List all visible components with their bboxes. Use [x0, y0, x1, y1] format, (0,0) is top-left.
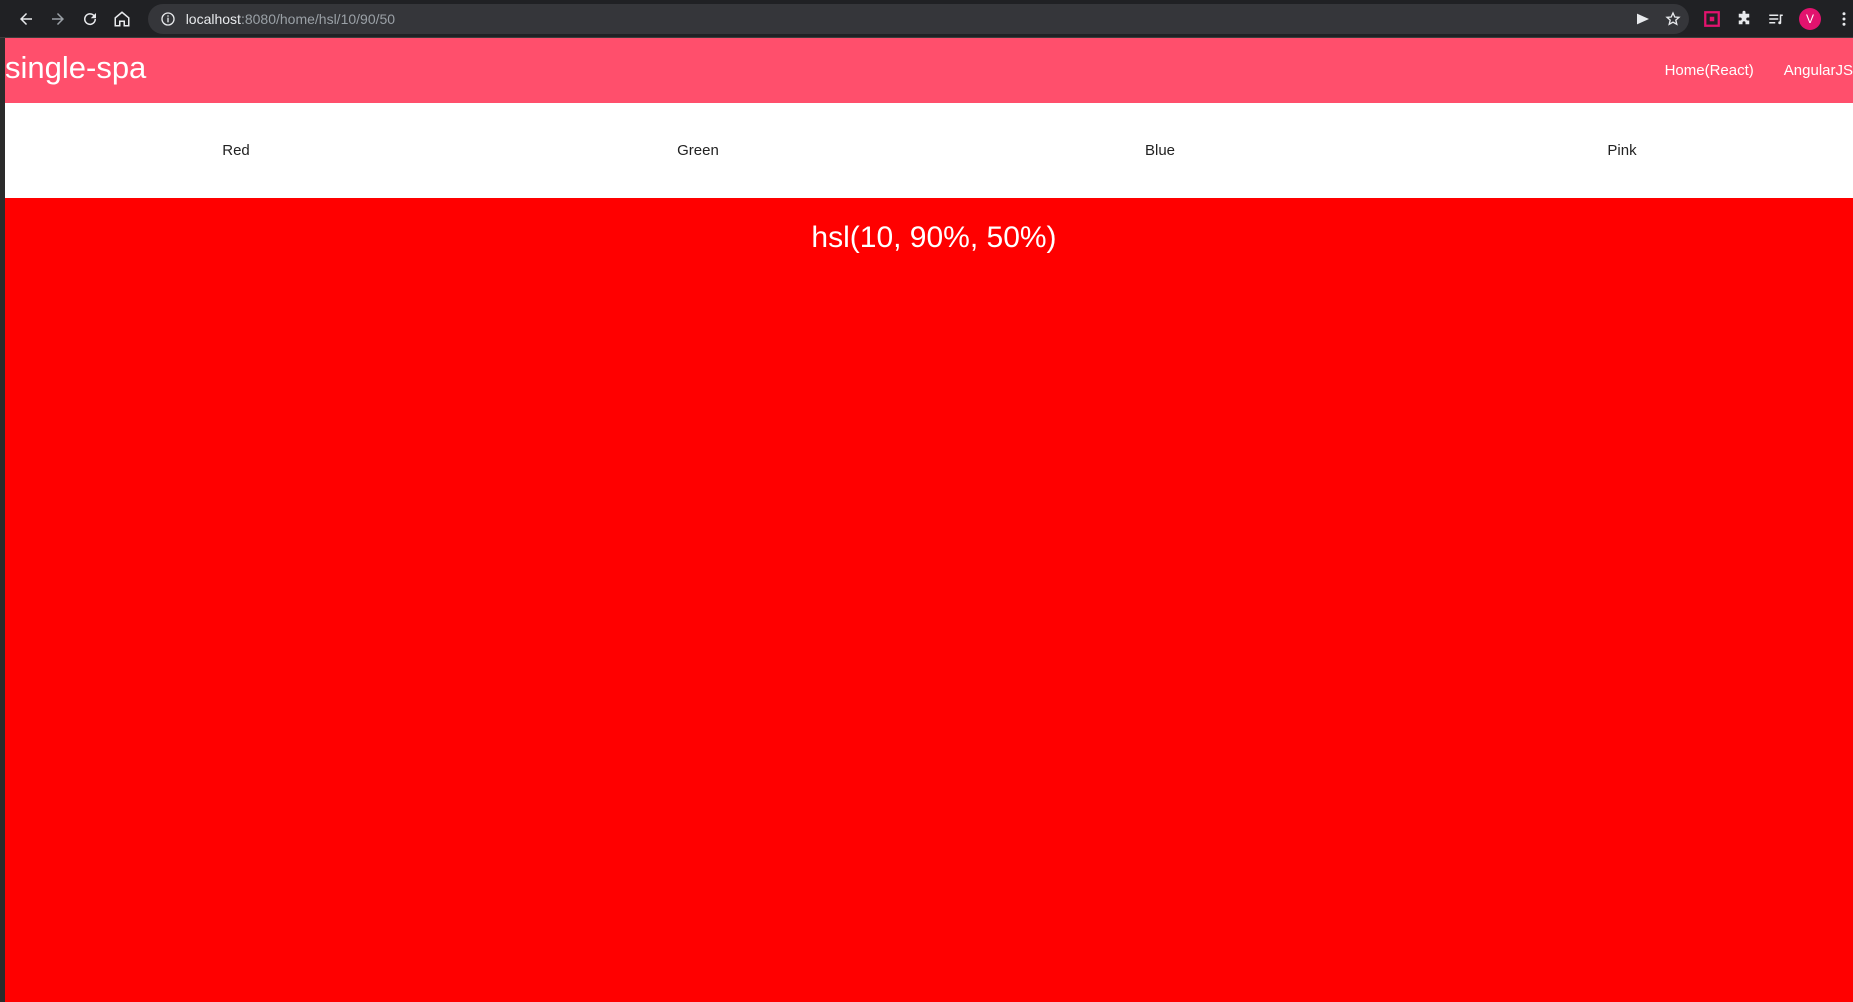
page-viewport: single-spa Home(React) AngularJS Red Gre… — [5, 38, 1853, 1002]
browser-toolbar: localhost:8080/home/hsl/10/90/50 V — [0, 0, 1853, 38]
url-text: localhost:8080/home/hsl/10/90/50 — [186, 11, 395, 27]
send-icon[interactable] — [1635, 11, 1651, 27]
bookmark-star-icon[interactable] — [1665, 10, 1681, 27]
brand-title[interactable]: single-spa — [5, 50, 146, 86]
back-button[interactable] — [10, 3, 42, 35]
reload-button[interactable] — [74, 3, 106, 35]
url-path: :8080/home/hsl/10/90/50 — [240, 10, 396, 27]
puzzle-icon[interactable] — [1735, 10, 1753, 28]
tab-blue[interactable]: Blue — [929, 103, 1391, 198]
color-value-heading: hsl(10, 90%, 50%) — [811, 221, 1057, 254]
more-vert-icon — [1842, 11, 1846, 26]
arrow-right-icon — [51, 12, 64, 25]
forward-button[interactable] — [42, 3, 74, 35]
app-header: single-spa Home(React) AngularJS — [5, 38, 1853, 103]
tab-red[interactable]: Red — [5, 103, 467, 198]
tab-pink[interactable]: Pink — [1391, 103, 1853, 198]
top-nav: Home(React) AngularJS — [1635, 38, 1853, 103]
media-queue-icon[interactable] — [1767, 10, 1785, 28]
nav-link-home-react[interactable]: Home(React) — [1665, 62, 1754, 79]
home-icon — [114, 10, 130, 26]
reload-icon — [83, 12, 96, 25]
tab-green[interactable]: Green — [467, 103, 929, 198]
url-host: localhost — [185, 10, 241, 27]
color-tabs: Red Green Blue Pink — [5, 103, 1853, 198]
profile-avatar[interactable]: V — [1799, 7, 1821, 30]
home-button[interactable] — [106, 3, 138, 35]
menu-button[interactable] — [1835, 10, 1853, 28]
address-bar[interactable]: localhost:8080/home/hsl/10/90/50 — [147, 3, 1689, 34]
info-icon — [161, 11, 175, 26]
extension-red-icon[interactable] — [1703, 10, 1721, 28]
arrow-left-icon — [19, 12, 32, 25]
nav-link-angularjs[interactable]: AngularJS — [1784, 62, 1853, 79]
